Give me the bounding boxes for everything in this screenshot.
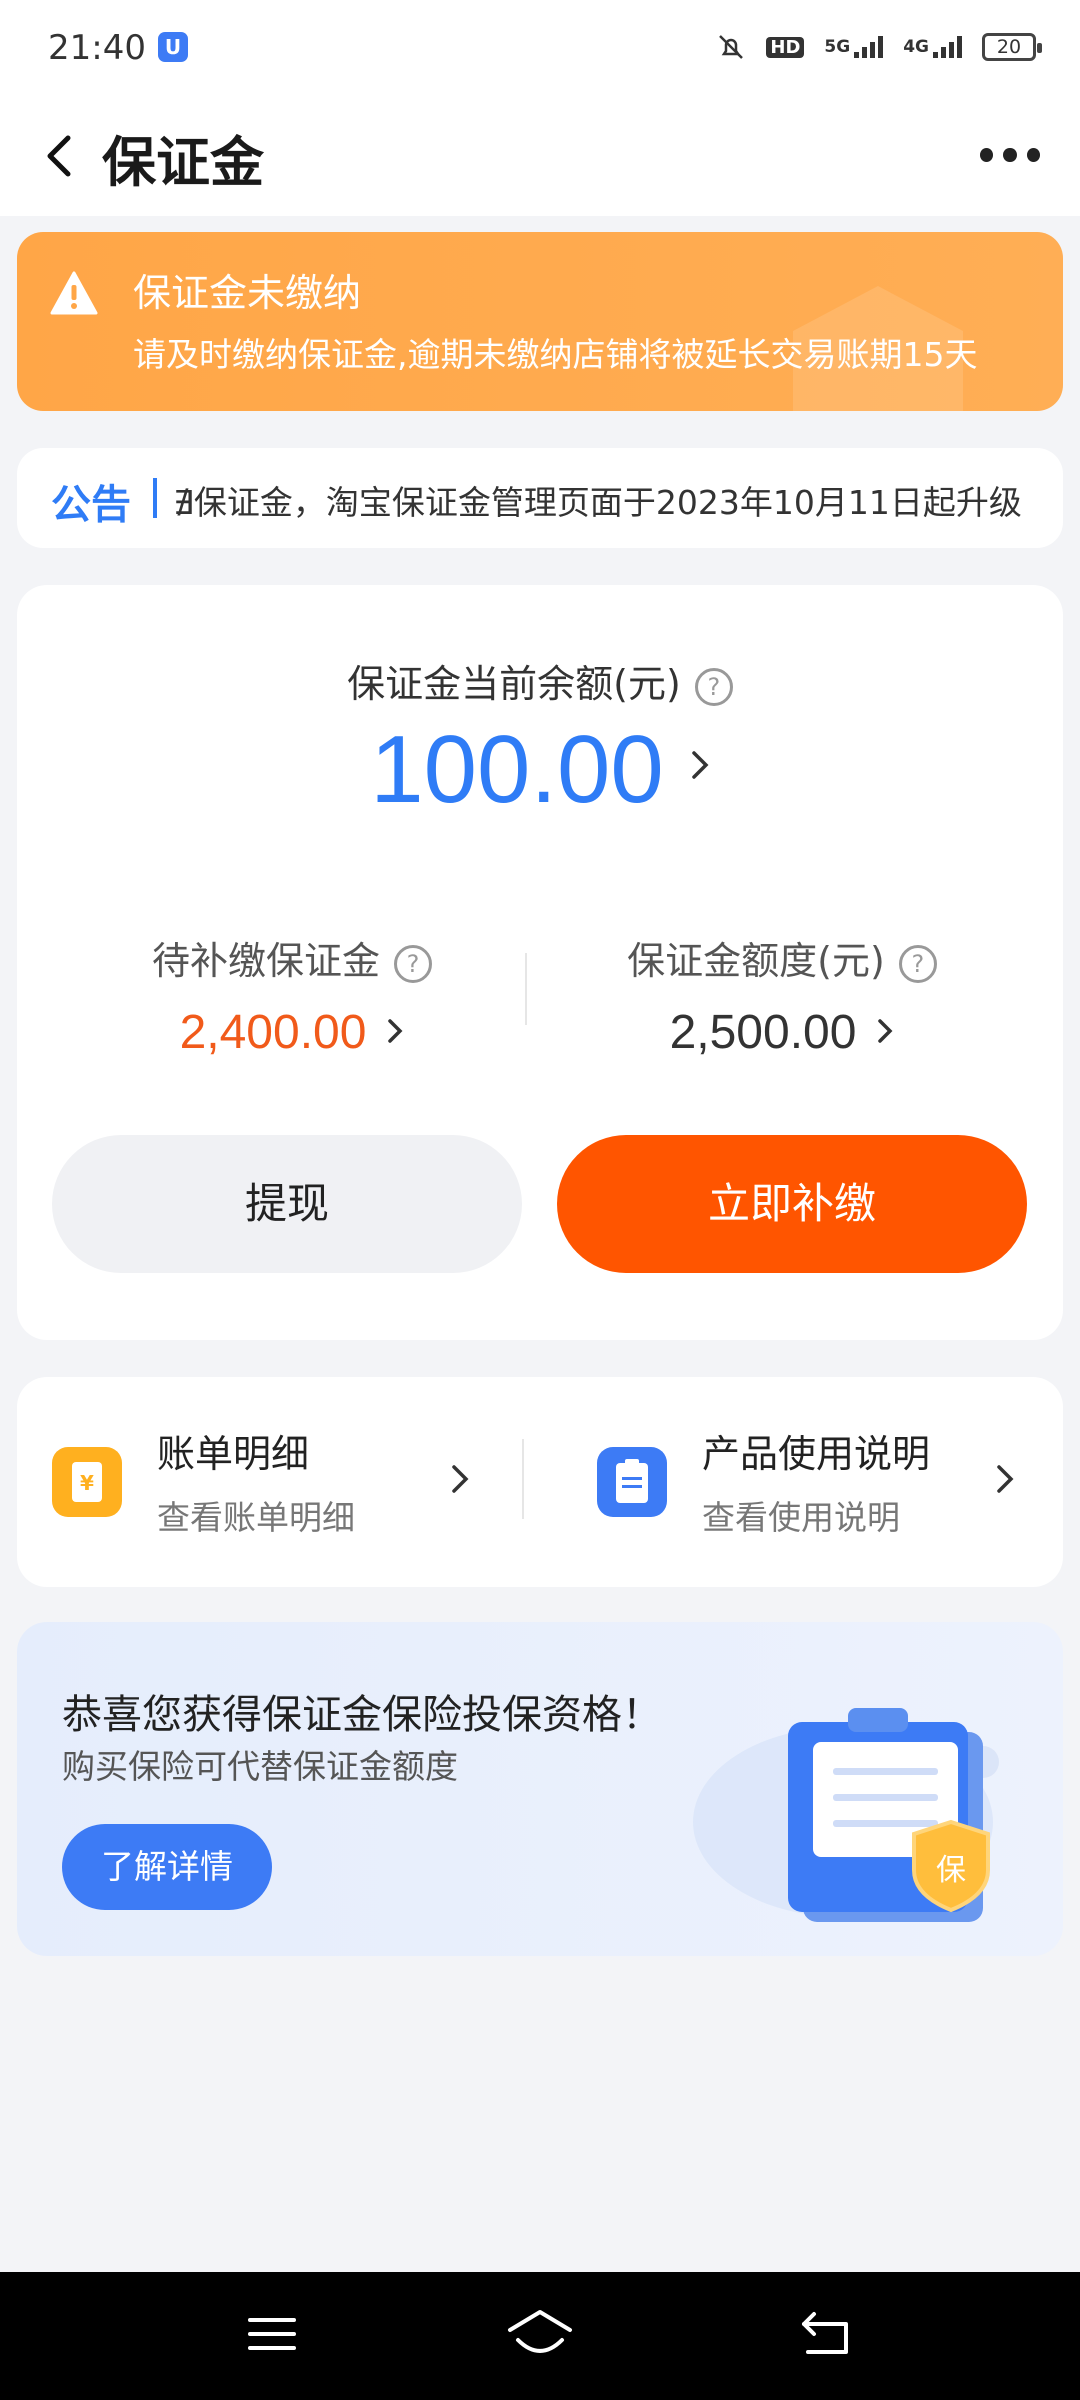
bill-details-subtitle: 查看账单明细	[157, 1498, 355, 1537]
chevron-right-icon	[876, 1014, 894, 1056]
quota-value: 2,500.00	[669, 1006, 857, 1059]
chevron-right-icon	[386, 1014, 404, 1056]
insurance-badge-label: 保	[936, 1853, 966, 1888]
status-time: 21:40	[48, 28, 146, 68]
svg-text:¥: ¥	[80, 1471, 94, 1495]
help-icon[interactable]: ?	[898, 944, 937, 983]
page-title: 保证金	[102, 131, 264, 194]
app-notification-icon: U	[158, 32, 188, 62]
pay-now-button[interactable]: 立即补缴	[557, 1135, 1027, 1273]
chevron-right-icon	[690, 745, 710, 793]
promo-title: 恭喜您获得保证金保险投保资格！	[62, 1692, 662, 1738]
signal-4g-icon: 4G	[903, 36, 962, 58]
withdraw-button[interactable]: 提现	[52, 1135, 522, 1273]
more-options-icon[interactable]	[980, 140, 1040, 170]
document-icon	[597, 1447, 667, 1517]
warning-banner: 保证金未缴纳 请及时缴纳保证金,逾期未缴纳店铺将被延长交易账期15天	[17, 232, 1063, 411]
warning-title: 保证金未缴纳	[133, 271, 362, 315]
learn-more-button[interactable]: 了解详情	[62, 1824, 272, 1910]
quota-label: 保证金额度(元)	[627, 939, 885, 983]
pending-deposit[interactable]: 待补缴保证金? 2,400.00	[67, 930, 517, 1060]
balance-amount-row[interactable]: 100.00	[17, 715, 1063, 825]
status-indicators: HD 5G 4G 20	[716, 32, 1042, 62]
home-icon[interactable]	[504, 2304, 576, 2364]
hd-label: HD	[766, 36, 805, 58]
notice-tag: 公告	[51, 482, 131, 528]
balance-label: 保证金当前余额(元)	[347, 662, 681, 706]
divider	[525, 953, 527, 1025]
back-arrow-icon[interactable]	[40, 128, 80, 184]
battery-icon: 20	[982, 33, 1042, 61]
balance-amount: 100.00	[370, 716, 664, 823]
shop-decoration-icon	[793, 286, 963, 411]
balance-card: 保证金当前余额(元)? 100.00 待补缴保证金? 2,400.00 保证金额…	[17, 585, 1063, 1340]
balance-label-row: 保证金当前余额(元)?	[17, 653, 1063, 708]
notice-text: ∄保证金，淘宝保证金管理页面于2023年10月11日起升级	[173, 483, 1022, 522]
notice-bar[interactable]: 公告 ∄保证金，淘宝保证金管理页面于2023年10月11日起升级	[17, 448, 1063, 548]
bill-details-title: 账单明细	[157, 1432, 310, 1476]
signal-5g-icon: 5G	[824, 36, 884, 58]
chevron-right-icon	[449, 1459, 471, 1499]
notice-divider	[153, 478, 157, 518]
status-bar: 21:40 U HD 5G 4G 20	[0, 0, 1080, 100]
menu-icon[interactable]	[242, 2304, 302, 2364]
product-guide-subtitle: 查看使用说明	[702, 1498, 900, 1537]
warning-icon	[49, 270, 99, 316]
deposit-quota[interactable]: 保证金额度(元)? 2,500.00	[557, 930, 1007, 1060]
bill-details-item[interactable]: ¥ 账单明细 查看账单明细	[17, 1377, 517, 1587]
chevron-right-icon	[994, 1459, 1016, 1499]
divider	[522, 1439, 524, 1519]
help-icon[interactable]: ?	[394, 944, 432, 983]
mute-icon	[716, 32, 746, 62]
nav-bar: 保证金	[0, 100, 1080, 216]
insurance-clipboard-icon: 保	[693, 1708, 999, 1922]
pending-value: 2,400.00	[179, 1006, 367, 1059]
product-guide-item[interactable]: 产品使用说明 查看使用说明	[562, 1377, 1062, 1587]
signal-5g-label: 5G	[824, 37, 851, 57]
hd-icon: HD	[766, 36, 805, 58]
shortcuts-card: ¥ 账单明细 查看账单明细 产品使用说明 查看使用说明	[17, 1377, 1063, 1587]
pending-label: 待补缴保证金	[151, 939, 380, 983]
bill-icon: ¥	[52, 1447, 122, 1517]
insurance-promo: 恭喜您获得保证金保险投保资格！ 购买保险可代替保证金额度 了解详情 保	[17, 1622, 1063, 1956]
signal-4g-label: 4G	[903, 37, 929, 57]
promo-subtitle: 购买保险可代替保证金额度	[62, 1747, 458, 1786]
product-guide-title: 产品使用说明	[702, 1432, 931, 1476]
system-nav-bar	[0, 2272, 1080, 2400]
help-icon[interactable]: ?	[694, 667, 733, 706]
back-icon[interactable]	[796, 2304, 856, 2364]
